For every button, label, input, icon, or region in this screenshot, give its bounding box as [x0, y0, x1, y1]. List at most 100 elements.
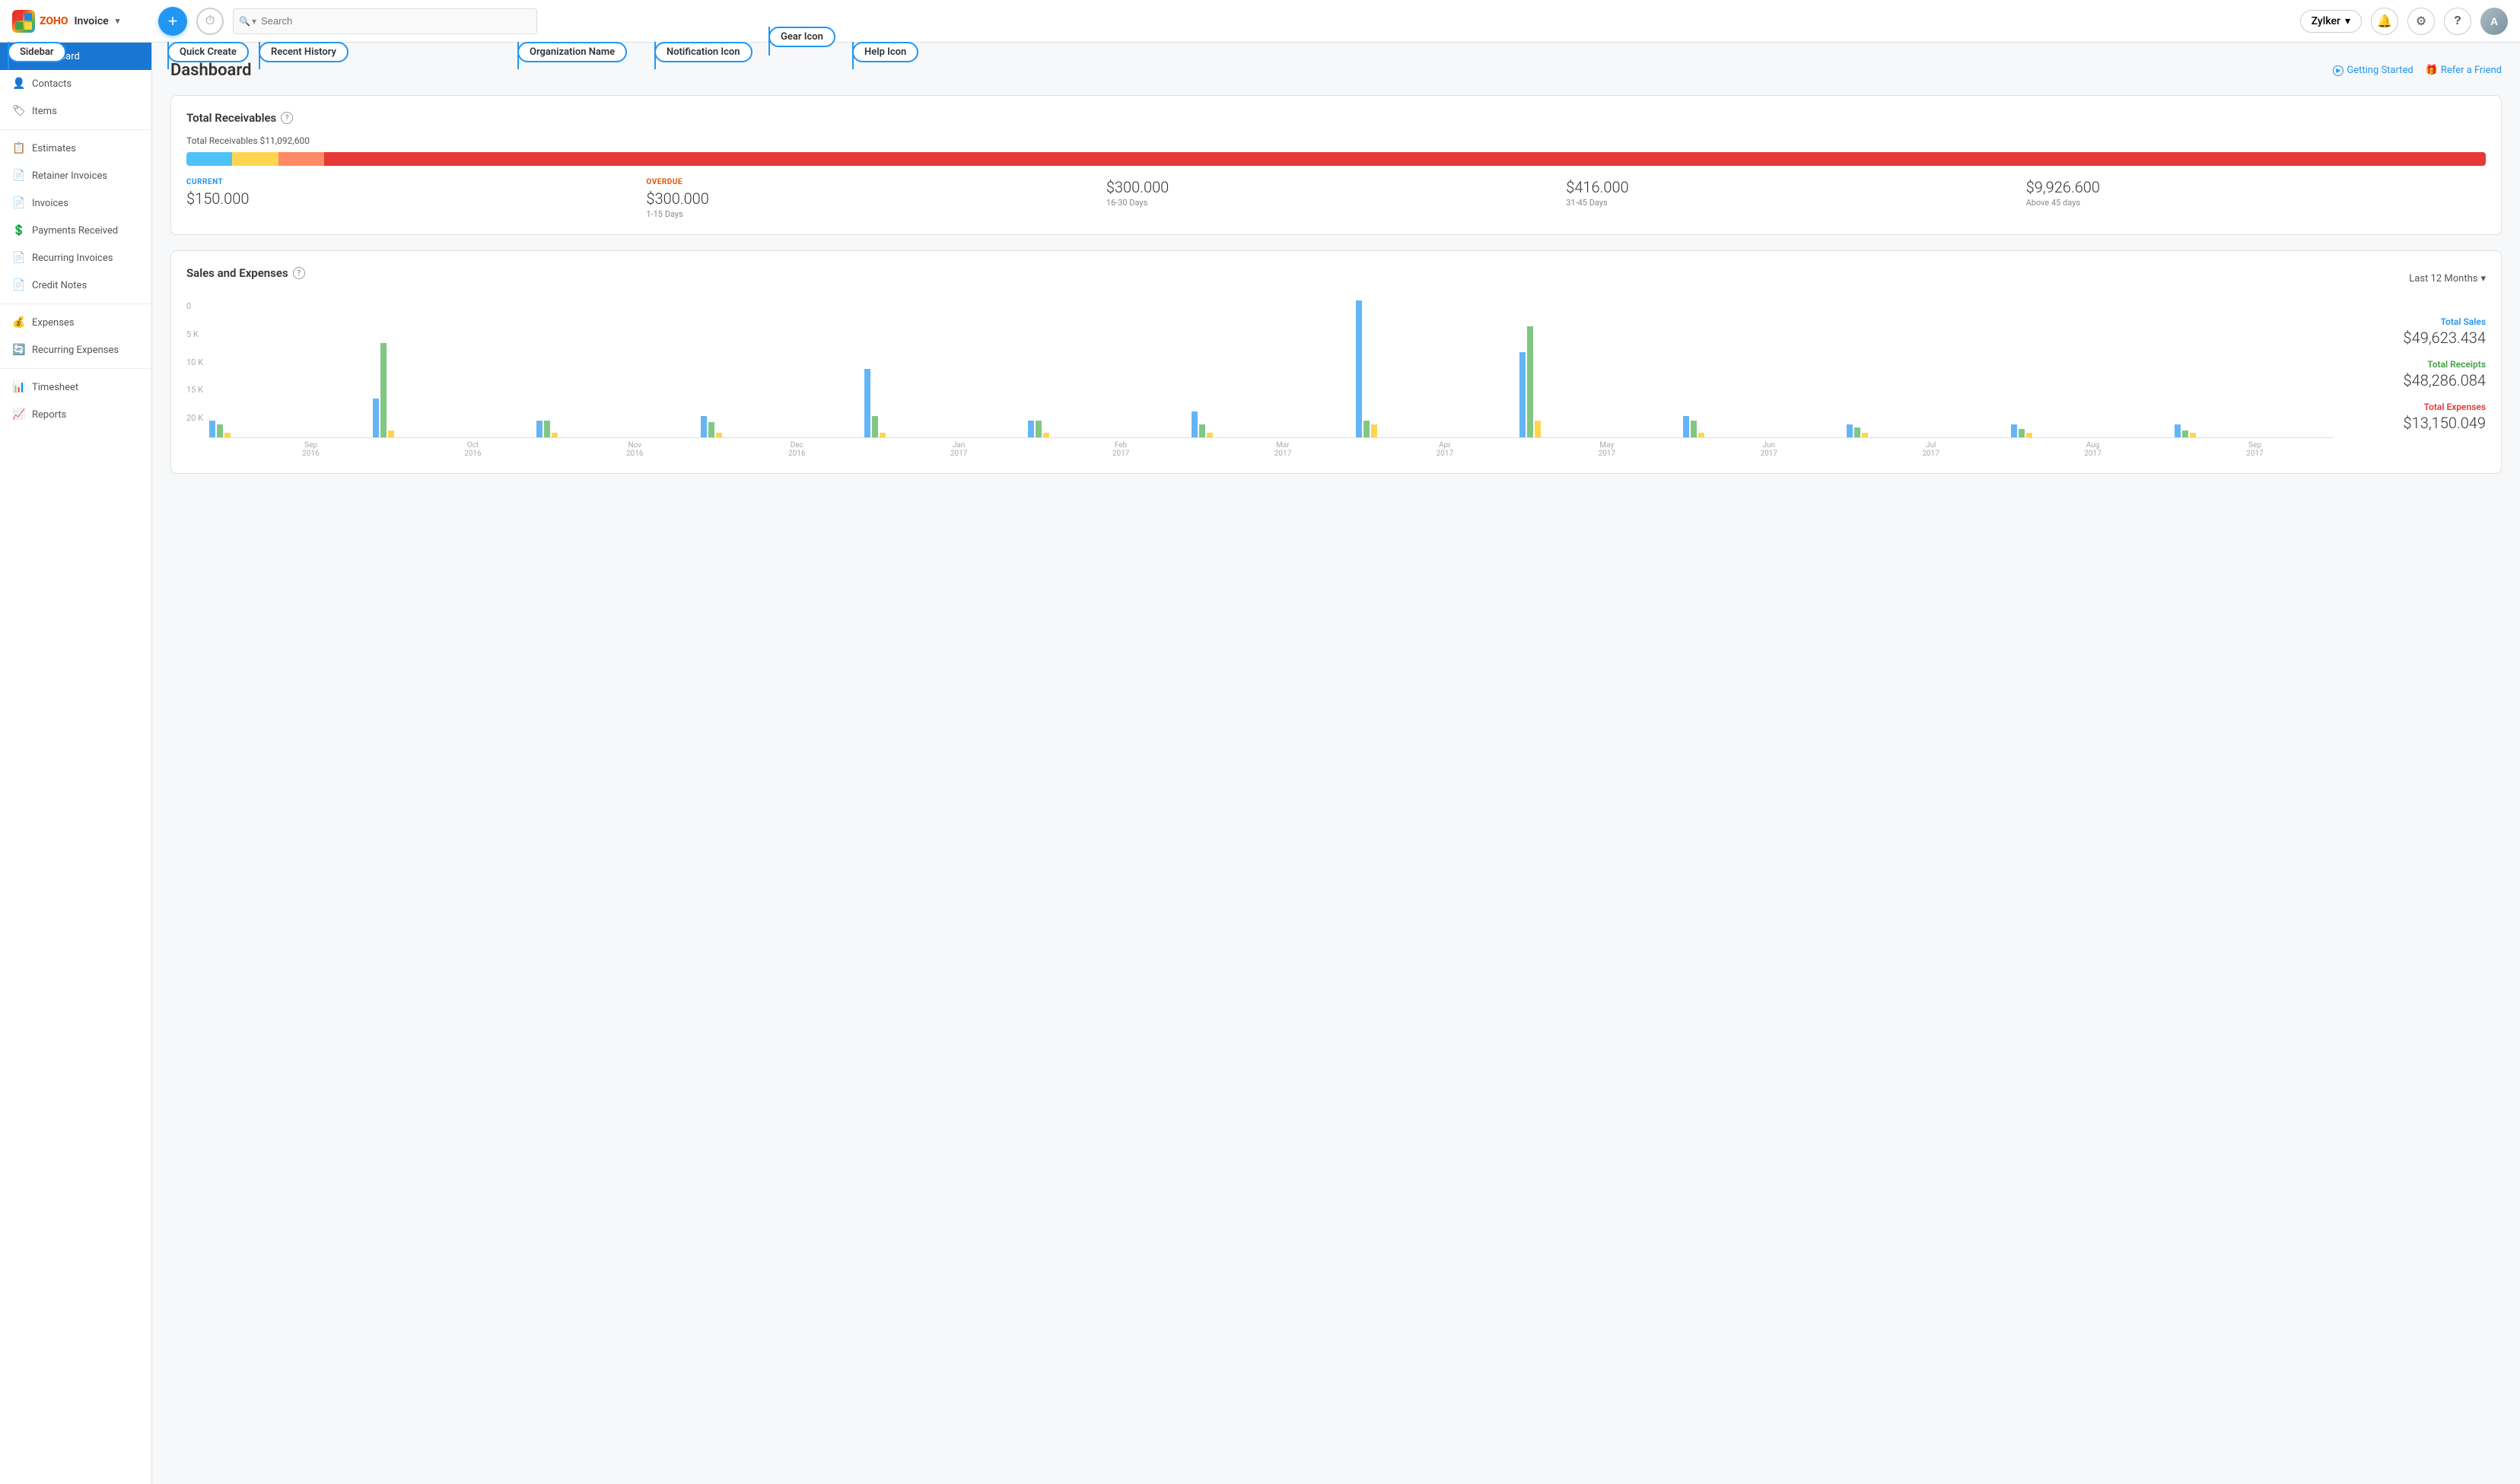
x-axis-label: Jul 2017 — [1852, 441, 2009, 458]
search-input[interactable] — [233, 8, 537, 34]
sidebar: ⊞ Dashboard 👤 Contacts 🏷 Items 📋 Estimat… — [0, 43, 152, 1484]
bar-expenses — [716, 433, 722, 437]
help-icon: ? — [2454, 14, 2461, 28]
org-name-text: Zylker — [2312, 15, 2340, 27]
notification-icon: 🔔 — [2377, 14, 2392, 29]
chart-bars-wrapper: Sep 2016Oct 2016Nov 2016Dec 2016Jan 2017… — [209, 301, 2334, 458]
sidebar-item-items[interactable]: 🏷 Items — [0, 97, 151, 125]
sidebar-item-invoices[interactable]: 📄 Invoices — [0, 189, 151, 217]
sidebar-label-recurring-invoices: Recurring Invoices — [32, 253, 113, 264]
receivables-breakdown: CURRENT $150.000 OVERDUE $300.000 1-15 D… — [186, 178, 2486, 219]
bar-sales — [2011, 424, 2017, 437]
bar-receipts — [1199, 424, 1205, 437]
content-area: Dashboard ▶ Getting Started 🎁 Refer a Fr… — [152, 43, 2520, 1484]
sidebar-item-credit-notes[interactable]: 📄 Credit Notes — [0, 272, 151, 299]
sidebar-item-reports[interactable]: 📈 Reports — [0, 401, 151, 428]
sidebar-label-invoices: Invoices — [32, 198, 68, 209]
bar-expenses — [552, 433, 558, 437]
x-axis-label: Feb 2017 — [1042, 441, 1200, 458]
zoho-logo-icon — [12, 10, 35, 33]
user-avatar-button[interactable]: A — [2480, 8, 2508, 35]
month-bar-group — [1356, 300, 1515, 437]
overdue-3-amount: $416.000 — [1566, 178, 2013, 196]
getting-started-link[interactable]: ▶ Getting Started — [2333, 65, 2413, 76]
sidebar-label-expenses: Expenses — [32, 317, 75, 329]
sidebar-item-recurring-expenses[interactable]: 🔄 Recurring Expenses — [0, 336, 151, 364]
receivables-bar — [186, 152, 2486, 166]
bar-sales — [373, 399, 379, 437]
x-axis-label: Jan 2017 — [880, 441, 1038, 458]
recurring-invoices-icon: 📄 — [12, 252, 24, 264]
month-bar-group — [864, 369, 1023, 437]
total-sales-amount: $49,623.434 — [2349, 329, 2486, 347]
logo-area[interactable]: ZOHO Invoice ▾ — [12, 10, 149, 33]
bar-expenses — [1371, 424, 1377, 437]
bar-expenses — [388, 431, 394, 437]
org-selector[interactable]: Zylker ▾ — [2300, 10, 2362, 33]
sidebar-label-payments: Payments Received — [32, 225, 118, 237]
sidebar-item-timesheet[interactable]: 📊 Timesheet — [0, 373, 151, 401]
x-axis-label: Apr 2017 — [1366, 441, 1523, 458]
receivables-total-label: Total Receivables $11,092,600 — [186, 135, 2486, 146]
total-expenses-label: Total Expenses — [2349, 402, 2486, 412]
x-axis-label: May 2017 — [1528, 441, 1685, 458]
breakdown-current: CURRENT $150.000 — [186, 178, 646, 219]
search-area: 🔍 ▾ — [233, 8, 537, 34]
quick-create-button[interactable]: + — [158, 7, 187, 36]
overdue-2-amount: $300.000 — [1106, 178, 1554, 196]
sidebar-item-contacts[interactable]: 👤 Contacts — [0, 70, 151, 97]
receivables-help-icon[interactable]: ? — [281, 112, 293, 124]
bar-receipts — [380, 343, 387, 437]
sidebar-item-retainer-invoices[interactable]: 📄 Retainer Invoices — [0, 162, 151, 189]
bar-sales — [1028, 421, 1034, 438]
total-receipts-label: Total Receipts — [2349, 359, 2486, 370]
month-bar-group — [1519, 326, 1678, 437]
search-dropdown-button[interactable]: 🔍 ▾ — [239, 16, 256, 27]
sidebar-label-recurring-expenses: Recurring Expenses — [32, 345, 119, 356]
bar-sales — [1356, 300, 1362, 437]
bar-receipts — [1527, 326, 1533, 437]
sidebar-divider-2 — [0, 303, 151, 304]
bar-expenses — [1862, 433, 1868, 437]
payments-icon: 💲 — [12, 224, 24, 237]
main-app: ZOHO Invoice ▾ + ⏱ 🔍 ▾ Zylker ▾ — [0, 0, 2520, 1484]
sidebar-item-payments-received[interactable]: 💲 Payments Received — [0, 217, 151, 244]
recent-history-button[interactable]: ⏱ — [196, 8, 224, 35]
breakdown-overdue-2: $300.000 16-30 Days — [1106, 178, 1566, 219]
clock-icon: ⏱ — [205, 14, 215, 28]
bar-receipts — [217, 424, 223, 437]
period-selector[interactable]: Last 12 Months ▾ — [2409, 273, 2486, 284]
search-icon: 🔍 — [239, 16, 250, 27]
bar-receipts — [2182, 431, 2188, 437]
sales-help-icon[interactable]: ? — [293, 267, 305, 279]
sales-content: 20 K 15 K 10 K 5 K 0 — [186, 301, 2486, 458]
page-title: Dashboard — [170, 61, 251, 80]
bar-receipts — [544, 421, 550, 438]
bar-receipts — [1691, 421, 1697, 438]
bar-receipts — [708, 422, 714, 437]
notification-button[interactable]: 🔔 — [2371, 8, 2398, 35]
refer-friend-link[interactable]: 🎁 Refer a Friend — [2426, 65, 2502, 76]
sidebar-item-estimates[interactable]: 📋 Estimates — [0, 135, 151, 162]
month-bar-group — [2011, 424, 2170, 437]
sidebar-item-recurring-invoices[interactable]: 📄 Recurring Invoices — [0, 244, 151, 272]
sidebar-label-credit-notes: Credit Notes — [32, 280, 87, 291]
help-button[interactable]: ? — [2444, 8, 2471, 35]
total-expenses-amount: $13,150.049 — [2349, 414, 2486, 432]
month-bar-group — [1847, 424, 2006, 437]
overdue-label: OVERDUE — [646, 178, 1093, 186]
settings-button[interactable]: ⚙ — [2407, 8, 2435, 35]
bar-overdue-1 — [232, 152, 278, 166]
bar-receipts — [872, 416, 878, 437]
sidebar-label-retainer: Retainer Invoices — [32, 170, 107, 182]
sidebar-item-expenses[interactable]: 💰 Expenses — [0, 309, 151, 336]
gear-icon: ⚙ — [2416, 14, 2426, 29]
bar-sales — [1192, 412, 1198, 437]
x-axis-labels: Sep 2016Oct 2016Nov 2016Dec 2016Jan 2017… — [209, 441, 2334, 458]
legend-total-receipts: Total Receipts $48,286.084 — [2349, 359, 2486, 389]
plus-icon: + — [168, 11, 178, 31]
breakdown-overdue: OVERDUE $300.000 1-15 Days — [646, 178, 1106, 219]
bar-expenses — [880, 433, 886, 437]
month-bar-group — [2175, 424, 2334, 437]
chart-area: 20 K 15 K 10 K 5 K 0 — [186, 301, 2334, 458]
